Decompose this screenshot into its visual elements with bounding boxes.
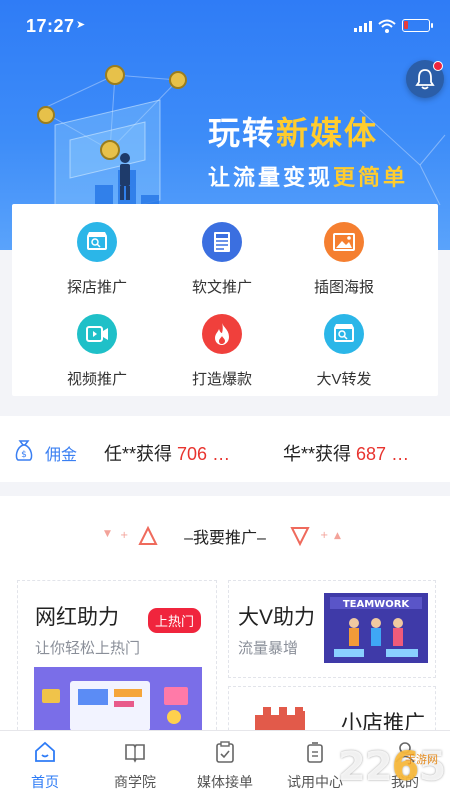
site-watermark-sub: 手游网 bbox=[405, 754, 438, 766]
wifi-icon bbox=[378, 19, 396, 33]
tab-home[interactable]: 首页 bbox=[0, 731, 90, 800]
category-label: 打造爆款 bbox=[191, 371, 252, 388]
svg-text:$: $ bbox=[21, 450, 27, 460]
store-search-icon bbox=[324, 314, 364, 354]
category-label: 软文推广 bbox=[191, 279, 252, 296]
card-title: 大V助力 bbox=[238, 606, 316, 629]
ticker-item: 华**获得 687 … bbox=[283, 444, 410, 464]
card-title: 网红助力 bbox=[35, 606, 119, 629]
card-subtitle: 流量暴增 bbox=[238, 640, 299, 657]
status-bar: 17:27 ➤ bbox=[0, 0, 450, 50]
status-time: 17:27 bbox=[26, 16, 75, 36]
commission-ticker[interactable]: $ 佣金 任**获得 706 … 华**获得 687 … bbox=[0, 416, 450, 482]
tab-label: 媒体接单 bbox=[197, 774, 253, 790]
tab-label: 商学院 bbox=[114, 774, 156, 790]
promo-card-bigv[interactable]: 大V助力 流量暴增 TEAMWORK bbox=[228, 580, 436, 678]
home-icon bbox=[35, 741, 55, 762]
tab-business-school[interactable]: 商学院 bbox=[90, 731, 180, 800]
book-icon bbox=[125, 744, 145, 763]
teamwork-image-text: TEAMWORK bbox=[343, 599, 411, 610]
store-search-icon bbox=[77, 222, 117, 262]
clipboard-icon bbox=[216, 741, 234, 763]
svg-text:▲: ▲ bbox=[334, 531, 341, 541]
notification-dot bbox=[433, 61, 443, 71]
image-icon bbox=[324, 222, 364, 262]
trial-icon bbox=[307, 742, 323, 763]
category-label: 视频推广 bbox=[66, 371, 127, 388]
battery-icon bbox=[402, 19, 433, 32]
notification-button[interactable] bbox=[406, 60, 444, 98]
category-grid: 探店推广 软文推广 插图海报 视频推广 打造爆款 大V转发 bbox=[12, 204, 438, 396]
category-video-promo[interactable]: 视频推广 bbox=[37, 314, 157, 389]
category-label: 探店推广 bbox=[66, 279, 127, 296]
news-icon bbox=[202, 222, 242, 262]
banner-slogan-sub: 让流量变现更简单 bbox=[208, 165, 409, 191]
tab-media-orders[interactable]: 媒体接单 bbox=[180, 731, 270, 800]
hot-badge: 上热门 bbox=[148, 608, 202, 633]
ticker-item: 任**获得 706 … bbox=[104, 444, 231, 464]
bell-icon bbox=[415, 69, 435, 90]
category-bigv-repost[interactable]: 大V转发 bbox=[284, 314, 404, 389]
location-arrow-icon: ➤ bbox=[76, 19, 86, 31]
category-hot-item[interactable]: 打造爆款 bbox=[162, 314, 282, 389]
banner-slogan-main: 玩转新媒体 bbox=[208, 114, 379, 152]
ticker-label: 佣金 bbox=[45, 447, 78, 464]
category-label: 大V转发 bbox=[316, 371, 372, 388]
category-store-promo[interactable]: 探店推广 bbox=[37, 222, 157, 297]
fire-icon bbox=[202, 314, 242, 354]
money-bag-icon: $ bbox=[15, 440, 33, 461]
cell-signal-icon bbox=[354, 21, 372, 32]
promote-heading: –我要推广– bbox=[184, 530, 266, 547]
svg-text:+: + bbox=[320, 530, 328, 541]
tab-label: 首页 bbox=[31, 774, 59, 790]
category-label: 插图海报 bbox=[313, 279, 374, 296]
card-illustration bbox=[34, 667, 202, 737]
card-subtitle: 让你轻松上热门 bbox=[35, 640, 141, 657]
teamwork-illustration: TEAMWORK bbox=[324, 593, 428, 663]
category-poster[interactable]: 插图海报 bbox=[284, 222, 404, 297]
category-article-promo[interactable]: 软文推广 bbox=[162, 222, 282, 297]
promo-card-influencer[interactable]: 网红助力 上热门 让你轻松上热门 bbox=[17, 580, 217, 740]
video-icon bbox=[77, 314, 117, 354]
heading-decoration-right: + ▲ bbox=[290, 527, 341, 547]
promote-section: ▼ + –我要推广– + ▲ 网红助力 上热门 让你轻松上热门 大V助力 流量暴… bbox=[0, 496, 450, 746]
